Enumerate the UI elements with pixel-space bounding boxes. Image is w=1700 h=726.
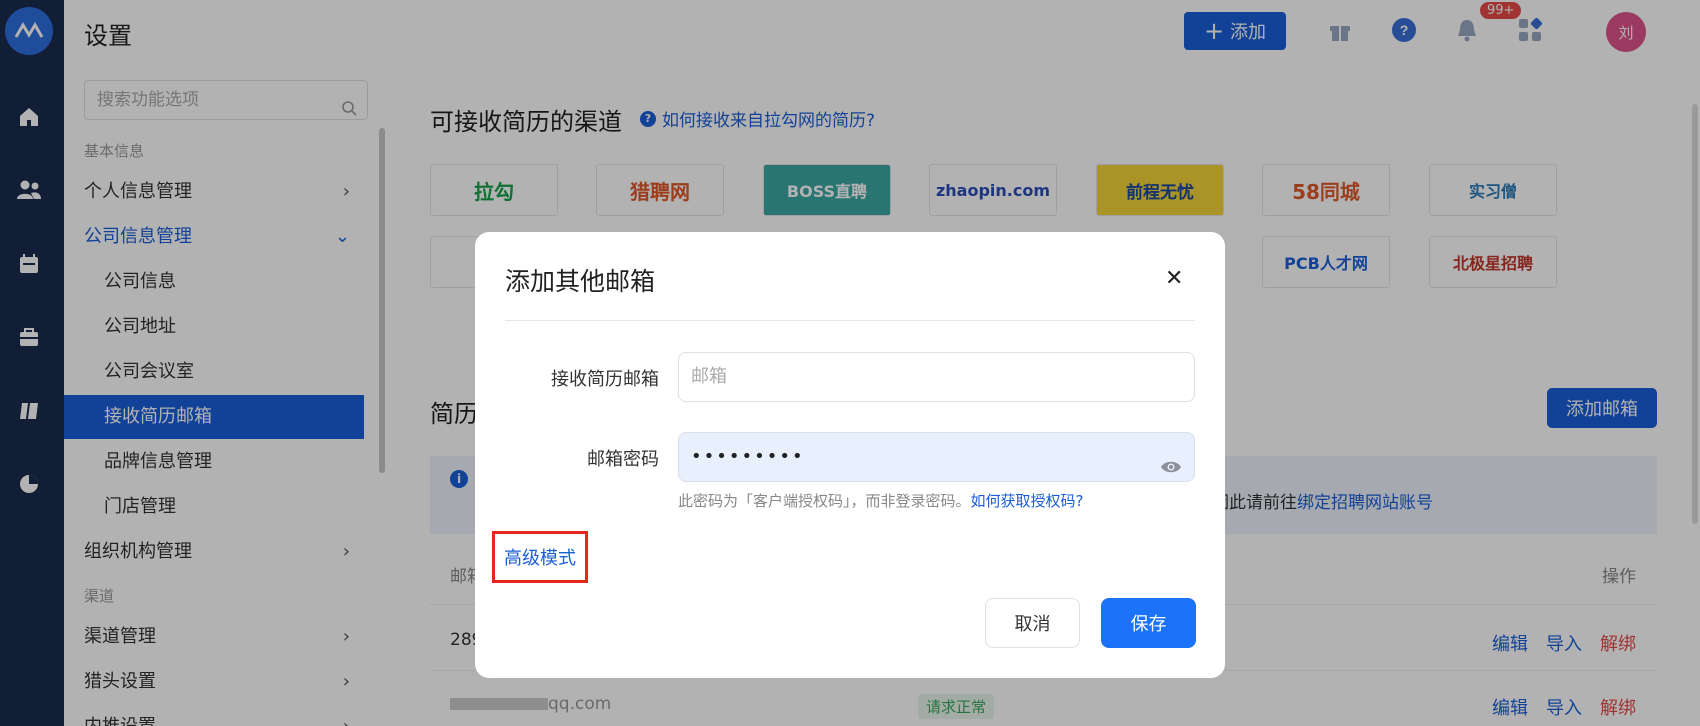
dialog-divider [505,320,1195,321]
close-icon[interactable]: ✕ [1165,266,1183,291]
email-label: 接收简历邮箱 [551,369,659,390]
get-auth-code-link[interactable]: 如何获取授权码? [971,492,1084,510]
email-field[interactable]: 邮箱 [678,352,1195,402]
email-placeholder: 邮箱 [691,366,727,387]
dialog-title: 添加其他邮箱 [505,267,656,296]
advanced-mode-link[interactable]: 高级模式 [492,531,588,583]
cancel-button[interactable]: 取消 [985,598,1080,648]
eye-icon[interactable] [1160,447,1182,495]
password-value: ••••••••• [691,446,805,467]
add-email-dialog: 添加其他邮箱 ✕ 接收简历邮箱 邮箱 邮箱密码 ••••••••• 此密码为「客… [475,232,1225,678]
save-button[interactable]: 保存 [1101,598,1196,648]
password-hint: 此密码为「客户端授权码」，而非登录密码。如何获取授权码? [678,492,1084,510]
password-label: 邮箱密码 [587,449,659,470]
password-field[interactable]: ••••••••• [678,432,1195,482]
